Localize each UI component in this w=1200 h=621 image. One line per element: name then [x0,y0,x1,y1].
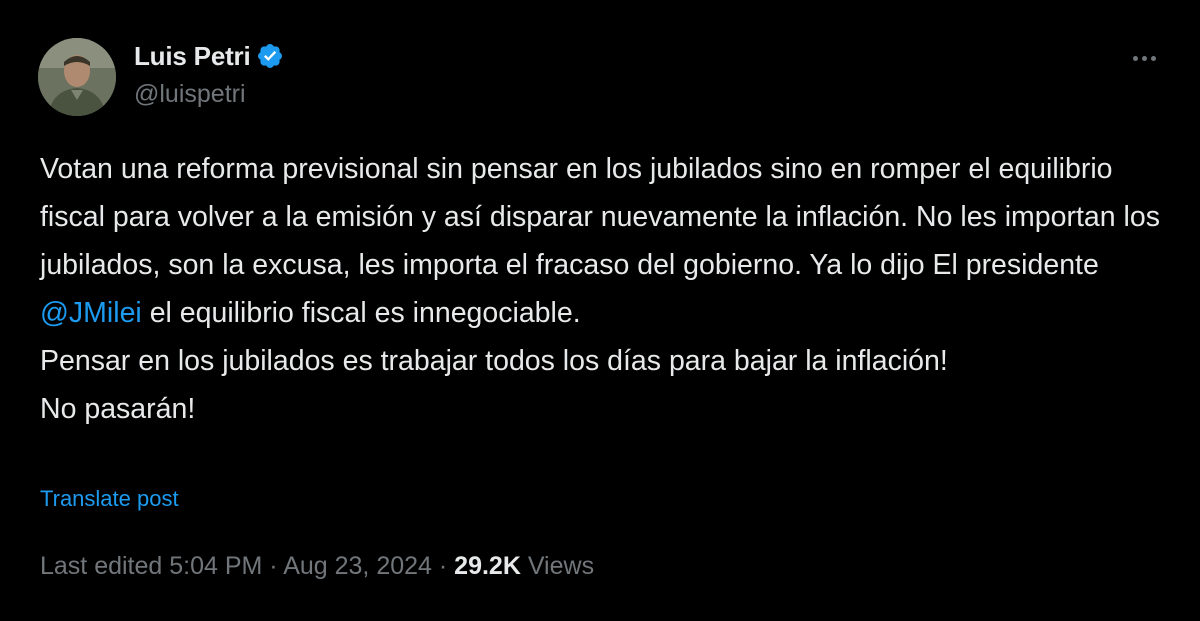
author-name-row[interactable]: Luis Petri [134,39,284,73]
post-meta: Last edited 5:04 PM · Aug 23, 2024 · 29.… [40,552,594,581]
views-count: 29.2K [454,552,521,580]
post-paragraph-3: No pasarán! [40,393,196,425]
tweet-card: Luis Petri @luispetri Votan una reforma … [0,0,1200,621]
post-text-segment: el equilibrio fiscal es innegociable. [141,297,581,329]
more-horizontal-icon [1132,55,1138,61]
author-handle[interactable]: @luispetri [134,80,246,109]
post-text-segment: Votan una reforma previsional sin pensar… [40,153,1160,281]
post-text: Votan una reforma previsional sin pensar… [40,145,1170,433]
verified-badge-icon[interactable] [256,42,284,70]
mention-link[interactable]: @JMilei [40,297,142,329]
more-options-button[interactable] [1124,42,1164,74]
more-horizontal-icon [1141,55,1147,61]
edited-timestamp[interactable]: Last edited 5:04 PM · Aug 23, 2024 · [40,552,454,580]
more-horizontal-icon [1150,55,1156,61]
author-display-name[interactable]: Luis Petri [134,41,251,72]
post-paragraph-1: Votan una reforma previsional sin pensar… [40,145,1170,337]
post-paragraph-2: Pensar en los jubilados es trabajar todo… [40,345,948,377]
translate-post-link[interactable]: Translate post [40,486,179,512]
views-label: Views [520,552,595,580]
avatar-image [38,38,116,116]
avatar[interactable] [38,38,116,116]
